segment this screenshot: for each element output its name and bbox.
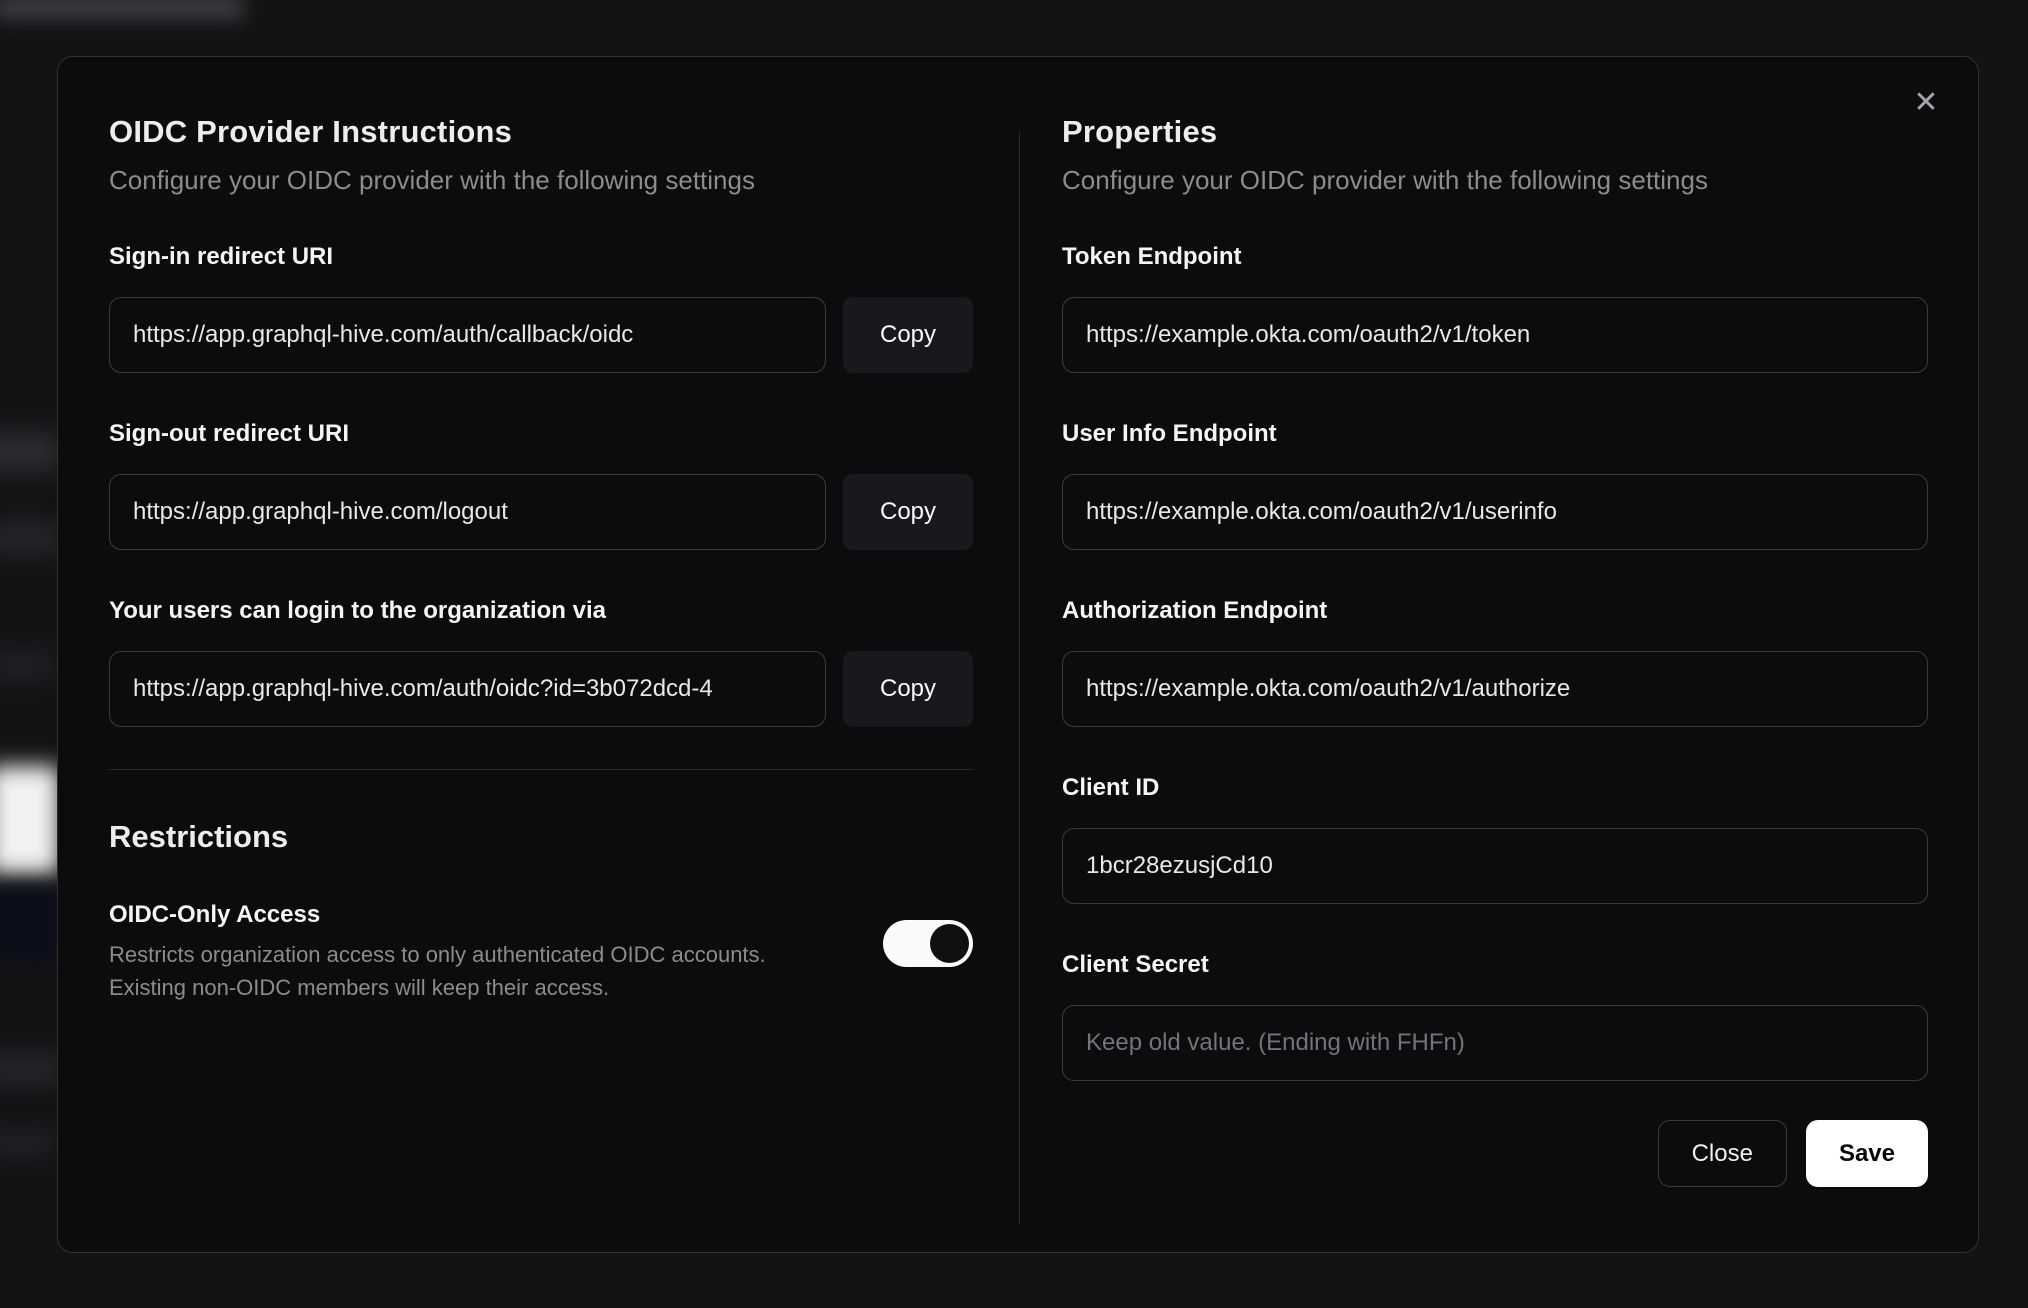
- authorization-endpoint-input[interactable]: [1062, 651, 1928, 727]
- client-secret-input[interactable]: [1062, 1005, 1928, 1081]
- user-info-endpoint-label: User Info Endpoint: [1062, 420, 1277, 447]
- blurred-background-text: [0, 520, 64, 556]
- oidc-only-access-description: Restricts organization access to only au…: [109, 942, 766, 1000]
- sign-out-redirect-label: Sign-out redirect URI: [109, 420, 350, 447]
- copy-login-url-button[interactable]: Copy: [843, 651, 973, 727]
- token-endpoint-label: Token Endpoint: [1062, 243, 1242, 270]
- oidc-provider-dialog: OIDC Provider Instructions Configure you…: [57, 56, 1979, 1253]
- copy-sign-in-button[interactable]: Copy: [843, 297, 973, 373]
- blurred-background-text: [0, 1128, 56, 1158]
- oidc-only-access-toggle[interactable]: [883, 920, 973, 967]
- copy-sign-out-button[interactable]: Copy: [843, 474, 973, 550]
- properties-title: Properties: [1062, 114, 1218, 149]
- oidc-only-access-row: OIDC-Only Access Restricts organization …: [109, 900, 973, 1004]
- properties-subtitle: Configure your OIDC provider with the fo…: [1062, 165, 1708, 195]
- toggle-knob: [930, 924, 969, 963]
- user-info-endpoint-input[interactable]: [1062, 474, 1928, 550]
- blurred-background-button: [0, 766, 60, 874]
- token-endpoint-input[interactable]: [1062, 297, 1928, 373]
- properties-column: Properties Configure your OIDC provider …: [1020, 57, 1978, 1252]
- blurred-background-logo: [0, 0, 244, 20]
- dialog-actions: Close Save: [1062, 1120, 1928, 1187]
- client-secret-label: Client Secret: [1062, 951, 1209, 978]
- sign-in-redirect-label: Sign-in redirect URI: [109, 243, 334, 270]
- save-button[interactable]: Save: [1805, 1120, 1928, 1187]
- blurred-background-text: [0, 1052, 64, 1086]
- login-url-label: Your users can login to the organization…: [109, 597, 606, 624]
- close-button[interactable]: Close: [1657, 1120, 1787, 1187]
- close-icon[interactable]: ✕: [1904, 81, 1948, 125]
- oidc-only-access-text: OIDC-Only Access Restricts organization …: [109, 900, 766, 1004]
- instructions-column: OIDC Provider Instructions Configure you…: [58, 57, 1019, 1252]
- section-divider: [109, 769, 973, 770]
- authorization-endpoint-label: Authorization Endpoint: [1062, 597, 1328, 624]
- login-url-row: Copy: [109, 651, 973, 727]
- blurred-background-band: [0, 886, 58, 960]
- blurred-background-text: [0, 648, 56, 682]
- sign-in-redirect-row: Copy: [109, 297, 973, 373]
- instructions-subtitle: Configure your OIDC provider with the fo…: [109, 165, 755, 195]
- oidc-only-access-label: OIDC-Only Access: [109, 901, 321, 928]
- restrictions-title: Restrictions: [109, 819, 289, 854]
- sign-out-redirect-input[interactable]: [109, 474, 826, 550]
- instructions-title: OIDC Provider Instructions: [109, 114, 513, 149]
- client-id-input[interactable]: [1062, 828, 1928, 904]
- client-id-label: Client ID: [1062, 774, 1160, 801]
- sign-in-redirect-input[interactable]: [109, 297, 826, 373]
- login-url-input[interactable]: [109, 651, 826, 727]
- blurred-background-text: [0, 432, 60, 472]
- sign-out-redirect-row: Copy: [109, 474, 973, 550]
